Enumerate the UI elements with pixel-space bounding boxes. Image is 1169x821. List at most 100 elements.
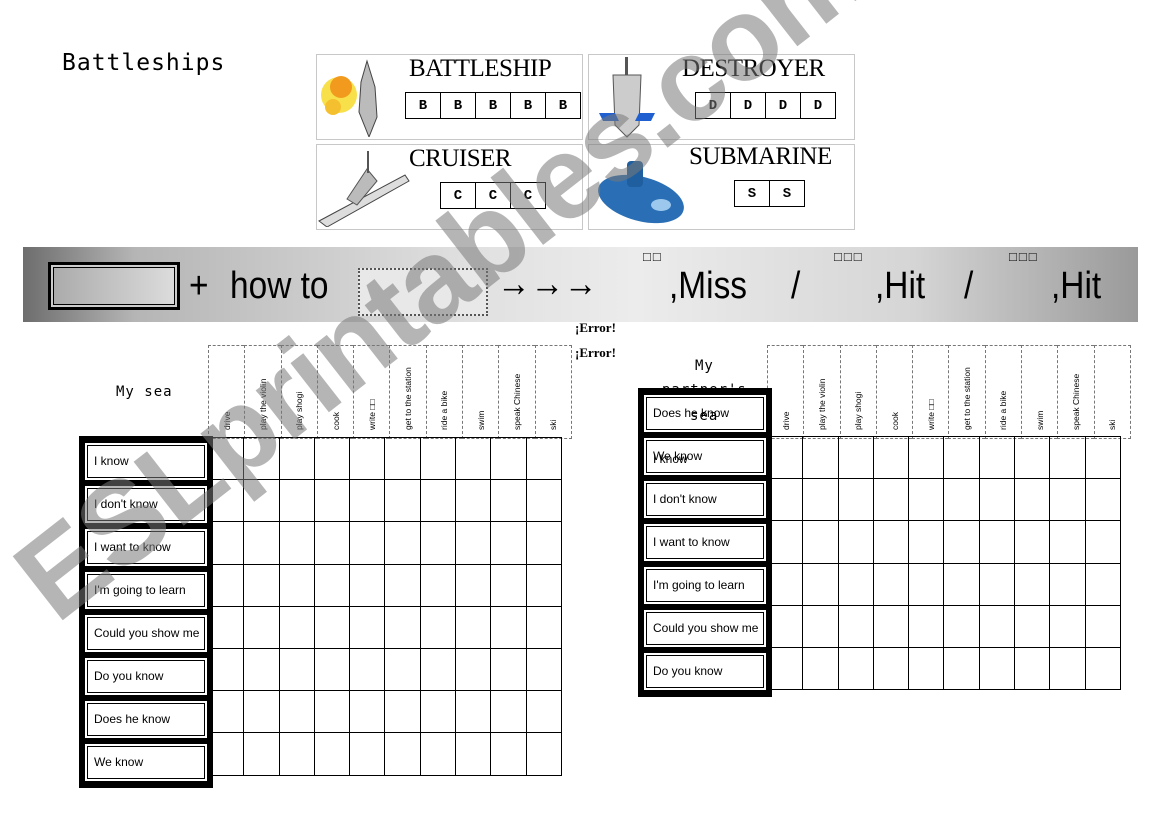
grid-cell[interactable]	[909, 437, 945, 480]
grid-cell[interactable]	[491, 606, 527, 649]
grid-cell[interactable]	[1015, 521, 1051, 564]
grid-cell[interactable]	[1050, 521, 1086, 564]
grid-cell[interactable]	[314, 648, 351, 692]
grid-cell[interactable]	[838, 605, 874, 648]
grid-cell[interactable]	[1015, 479, 1051, 522]
grid-cell[interactable]	[944, 647, 980, 691]
grid-cell[interactable]	[909, 647, 945, 691]
grid-cell[interactable]	[1085, 521, 1121, 564]
grid-cell[interactable]	[209, 606, 245, 649]
grid-cell[interactable]	[314, 564, 351, 607]
grid-cell[interactable]	[803, 563, 839, 606]
grid-cell[interactable]	[1015, 563, 1051, 606]
grid-cell[interactable]	[526, 480, 562, 523]
grid-cell[interactable]	[350, 522, 386, 565]
grid-cell[interactable]	[1050, 605, 1086, 648]
grid-cell[interactable]	[491, 648, 527, 692]
grid-cell[interactable]	[768, 521, 804, 564]
grid-cell[interactable]	[385, 648, 421, 692]
grid-cell[interactable]	[420, 564, 457, 607]
grid-cell[interactable]	[244, 606, 280, 649]
grid-cell[interactable]	[526, 522, 562, 565]
grid-cell[interactable]	[803, 605, 839, 648]
grid-cell[interactable]	[456, 438, 492, 481]
grid-cell[interactable]	[803, 647, 839, 691]
grid-cell[interactable]	[979, 521, 1016, 564]
grid-cell[interactable]	[314, 480, 351, 523]
grid-cell[interactable]	[803, 521, 839, 564]
grid-cell[interactable]	[279, 438, 315, 481]
grid-cell[interactable]	[456, 564, 492, 607]
grid-cell[interactable]	[526, 438, 562, 481]
grid-cell[interactable]	[244, 522, 280, 565]
grid-cell[interactable]	[314, 733, 351, 776]
grid-cell[interactable]	[1085, 479, 1121, 522]
grid-cell[interactable]	[279, 606, 315, 649]
grid-cell[interactable]	[491, 480, 527, 523]
grid-cell[interactable]	[244, 648, 280, 692]
grid-cell[interactable]	[1050, 647, 1086, 691]
grid-cell[interactable]	[944, 521, 980, 564]
grid-cell[interactable]	[209, 480, 245, 523]
grid-cell[interactable]	[944, 563, 980, 606]
grid-cell[interactable]	[350, 606, 386, 649]
grid-cell[interactable]	[1085, 605, 1121, 648]
grid-cell[interactable]	[873, 437, 910, 480]
grid-cell[interactable]	[385, 733, 421, 776]
grid-cell[interactable]	[1050, 479, 1086, 522]
grid-cell[interactable]	[314, 522, 351, 565]
grid-cell[interactable]	[838, 563, 874, 606]
grid-cell[interactable]	[909, 521, 945, 564]
grid-cell[interactable]	[209, 522, 245, 565]
grid-cell[interactable]	[491, 438, 527, 481]
grid-cell[interactable]	[526, 733, 562, 776]
grid-cell[interactable]	[944, 437, 980, 480]
grid-cell[interactable]	[838, 479, 874, 522]
grid-cell[interactable]	[385, 606, 421, 649]
grid-cell[interactable]	[420, 522, 457, 565]
grid-cell[interactable]	[420, 606, 457, 649]
grid-cell[interactable]	[279, 522, 315, 565]
grid-cell[interactable]	[456, 522, 492, 565]
grid-cell[interactable]	[244, 480, 280, 523]
grid-cell[interactable]	[1050, 563, 1086, 606]
grid-cell[interactable]	[803, 479, 839, 522]
grid-cell[interactable]	[768, 605, 804, 648]
grid-cell[interactable]	[491, 522, 527, 565]
grid-cell[interactable]	[979, 605, 1016, 648]
grid-cell[interactable]	[979, 437, 1016, 480]
grid-cell[interactable]	[768, 437, 804, 480]
grid-cell[interactable]	[491, 564, 527, 607]
grid-cell[interactable]	[279, 480, 315, 523]
grid-cell[interactable]	[838, 437, 874, 480]
grid-cell[interactable]	[456, 606, 492, 649]
grid-cell[interactable]	[1085, 647, 1121, 691]
grid-cell[interactable]	[909, 479, 945, 522]
grid-cell[interactable]	[873, 563, 910, 606]
grid-cell[interactable]	[279, 733, 315, 776]
grid-cell[interactable]	[244, 691, 280, 734]
grid-cell[interactable]	[420, 691, 457, 734]
grid-cell[interactable]	[944, 605, 980, 648]
grid-cell[interactable]	[491, 691, 527, 734]
grid-cell[interactable]	[385, 564, 421, 607]
grid-cell[interactable]	[526, 564, 562, 607]
grid-cell[interactable]	[420, 480, 457, 523]
grid-cell[interactable]	[873, 647, 910, 691]
grid-cell[interactable]	[314, 691, 351, 734]
grid-cell[interactable]	[350, 733, 386, 776]
grid-cell[interactable]	[909, 563, 945, 606]
grid-cell[interactable]	[1015, 647, 1051, 691]
grid-cell[interactable]	[279, 691, 315, 734]
grid-cell[interactable]	[209, 564, 245, 607]
grid-cell[interactable]	[209, 438, 245, 481]
grid-cell[interactable]	[491, 733, 527, 776]
grid-cell[interactable]	[768, 479, 804, 522]
grid-cell[interactable]	[526, 691, 562, 734]
grid-cell[interactable]	[385, 522, 421, 565]
grid-cell[interactable]	[456, 480, 492, 523]
grid-cell[interactable]	[420, 438, 457, 481]
grid-cell[interactable]	[385, 438, 421, 481]
grid-cell[interactable]	[803, 437, 839, 480]
grid-cell[interactable]	[244, 564, 280, 607]
